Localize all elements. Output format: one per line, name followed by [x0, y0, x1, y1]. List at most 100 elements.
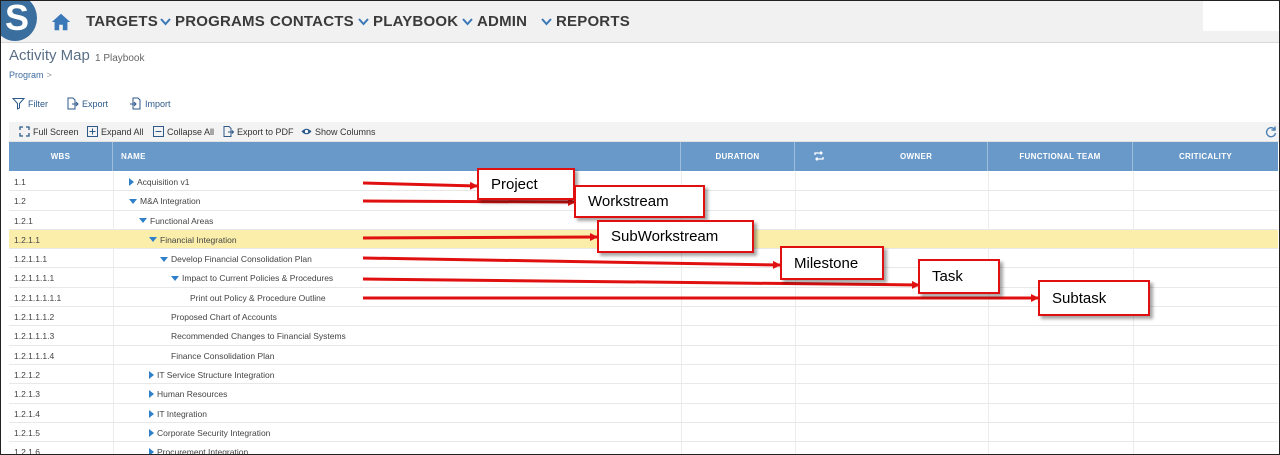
import-button[interactable]: Import [129, 97, 171, 110]
row-name: Impact to Current Policies & Procedures [182, 273, 334, 284]
row-name-cell[interactable]: Recommended Changes to Financial Systems [171, 331, 346, 341]
caret-right-icon[interactable] [129, 178, 134, 186]
collapse-all-label: Collapse All [167, 126, 215, 137]
table-row[interactable]: 1.2.1.5 Corporate Security Integration [9, 423, 1278, 443]
callout-subtask: Subtask [1038, 280, 1150, 316]
nav-reports[interactable]: REPORTS [541, 13, 630, 30]
column-header-duration-label: DURATION [715, 152, 760, 161]
expand-all-label: Expand All [101, 126, 144, 137]
row-name-cell[interactable]: Impact to Current Policies & Procedures [171, 273, 333, 283]
callout-subworkstream-label: SubWorkstream [611, 228, 719, 245]
row-name: Recommended Changes to Financial Systems [171, 331, 346, 342]
show-columns-label: Show Columns [315, 126, 376, 137]
expand-all-button[interactable]: Expand All [87, 126, 144, 137]
filter-icon [12, 98, 25, 110]
nav-programs[interactable]: PROGRAMS [160, 13, 265, 30]
row-wbs: 1.2.1.4 [14, 408, 40, 419]
row-name-cell[interactable]: Acquisition v1 [129, 177, 189, 187]
breadcrumb-program[interactable]: Program [9, 70, 44, 80]
nav-admin-label: ADMIN [477, 13, 528, 30]
row-wbs: 1.2.1.1.1.4 [14, 350, 55, 361]
column-header-owner[interactable]: OWNER [795, 142, 988, 171]
collapse-all-button[interactable]: Collapse All [153, 126, 214, 137]
caret-down-icon[interactable] [160, 256, 168, 262]
row-name-cell[interactable]: Develop Financial Consolidation Plan [160, 254, 312, 264]
table-row[interactable]: 1.2.1.3 Human Resources [9, 384, 1278, 404]
column-header-wbs[interactable]: WBS [9, 142, 113, 171]
table-row[interactable]: 1.2.1.1.1.4 Finance Consolidation Plan [9, 346, 1278, 365]
row-name-cell[interactable]: Human Resources [149, 389, 227, 399]
caret-right-icon[interactable] [149, 370, 154, 379]
table-row[interactable]: 1.2.1.4 IT Integration [9, 404, 1278, 423]
top-nav: S TARGETS PROGRAMS CONTACTS PLAYBOOK ADM… [1, 1, 1279, 43]
row-wbs: 1.2.1.6 [14, 447, 40, 455]
breadcrumb: Program > [9, 70, 52, 80]
row-name-cell[interactable]: Functional Areas [139, 216, 213, 226]
caret-down-icon[interactable] [171, 275, 179, 281]
repeat-icon[interactable] [813, 150, 825, 162]
breadcrumb-separator: > [46, 70, 52, 80]
refresh-icon[interactable] [1264, 125, 1277, 138]
full-screen-button[interactable]: Full Screen [19, 126, 79, 137]
row-name-cell[interactable]: Corporate Security Integration [149, 428, 270, 438]
row-name-cell[interactable]: Proposed Chart of Accounts [171, 312, 277, 322]
fullscreen-icon [19, 126, 30, 137]
logo-letter: S [5, 0, 30, 38]
nav-admin[interactable]: ADMIN [462, 13, 527, 30]
row-name-cell[interactable]: IT Integration [149, 409, 207, 419]
nav-reports-label: REPORTS [556, 13, 630, 30]
row-wbs: 1.2.1.1 [14, 234, 40, 245]
row-name-cell[interactable]: Financial Integration [149, 235, 237, 245]
caret-down-icon[interactable] [139, 218, 147, 224]
table-row[interactable]: 1.2.1.2 IT Service Structure Integration [9, 365, 1278, 385]
row-name-cell[interactable]: M&A Integration [129, 196, 200, 206]
home-icon[interactable] [50, 11, 72, 33]
column-header-criticality[interactable]: CRITICALITY [1133, 142, 1278, 171]
app-logo[interactable]: S [1, 0, 37, 41]
export-button[interactable]: Export [66, 97, 108, 110]
row-wbs: 1.2.1.3 [14, 389, 40, 400]
column-header-duration[interactable]: DURATION [681, 142, 795, 171]
caret-right-icon[interactable] [149, 428, 154, 437]
nav-targets[interactable]: TARGETS [86, 13, 158, 30]
row-wbs: 1.2.1.1.1 [14, 254, 48, 265]
row-wbs: 1.2.1.2 [14, 369, 40, 380]
callout-workstream-label: Workstream [588, 193, 669, 210]
chevron-down-icon [541, 17, 552, 25]
caret-down-icon[interactable] [129, 198, 137, 204]
row-name: Human Resources [157, 389, 228, 400]
column-header-functional-team-label: FUNCTIONAL TEAM [1019, 152, 1101, 161]
column-header-wbs-label: WBS [50, 152, 71, 161]
callout-project: Project [477, 168, 575, 200]
table-row[interactable]: 1.2.1.6 Procurement Integration [9, 442, 1278, 455]
show-columns-button[interactable]: Show Columns [301, 126, 376, 137]
export-label: Export [82, 98, 109, 109]
row-name: Proposed Chart of Accounts [171, 312, 277, 323]
export-pdf-button[interactable]: Export to PDF [223, 126, 294, 137]
app-window: S TARGETS PROGRAMS CONTACTS PLAYBOOK ADM… [0, 0, 1280, 455]
callout-task-label: Task [932, 268, 963, 285]
caret-right-icon[interactable] [149, 409, 154, 418]
row-name-cell[interactable]: Procurement Integration [149, 447, 248, 454]
nav-playbook[interactable]: PLAYBOOK [358, 13, 458, 30]
column-header-name[interactable]: NAME [113, 142, 681, 171]
row-wbs: 1.1 [14, 177, 26, 187]
row-wbs: 1.2 [14, 196, 26, 207]
row-name: Develop Financial Consolidation Plan [171, 254, 312, 265]
row-name-cell[interactable]: Finance Consolidation Plan [171, 351, 274, 361]
nav-contacts[interactable]: CONTACTS [270, 13, 354, 30]
row-name-cell[interactable]: IT Service Structure Integration [149, 370, 274, 380]
row-wbs: 1.2.1 [14, 215, 33, 226]
grid-header: WBS NAME DURATION OWNER FUNCTIONAL TEAM … [9, 142, 1278, 171]
row-name: Financial Integration [160, 234, 237, 245]
filter-button[interactable]: Filter [12, 97, 48, 110]
caret-right-icon[interactable] [149, 448, 154, 454]
caret-right-icon[interactable] [149, 390, 154, 399]
row-name-cell[interactable]: Print out Policy & Procedure Outline [190, 293, 326, 303]
table-row[interactable]: 1.2.1.1.1.3 Recommended Changes to Financ… [9, 326, 1278, 346]
nav-playbook-label: PLAYBOOK [373, 13, 459, 30]
row-wbs: 1.2.1.5 [14, 427, 40, 438]
nav-contacts-label: CONTACTS [270, 13, 354, 30]
column-header-functional-team[interactable]: FUNCTIONAL TEAM [988, 142, 1133, 171]
caret-down-icon[interactable] [149, 237, 157, 243]
